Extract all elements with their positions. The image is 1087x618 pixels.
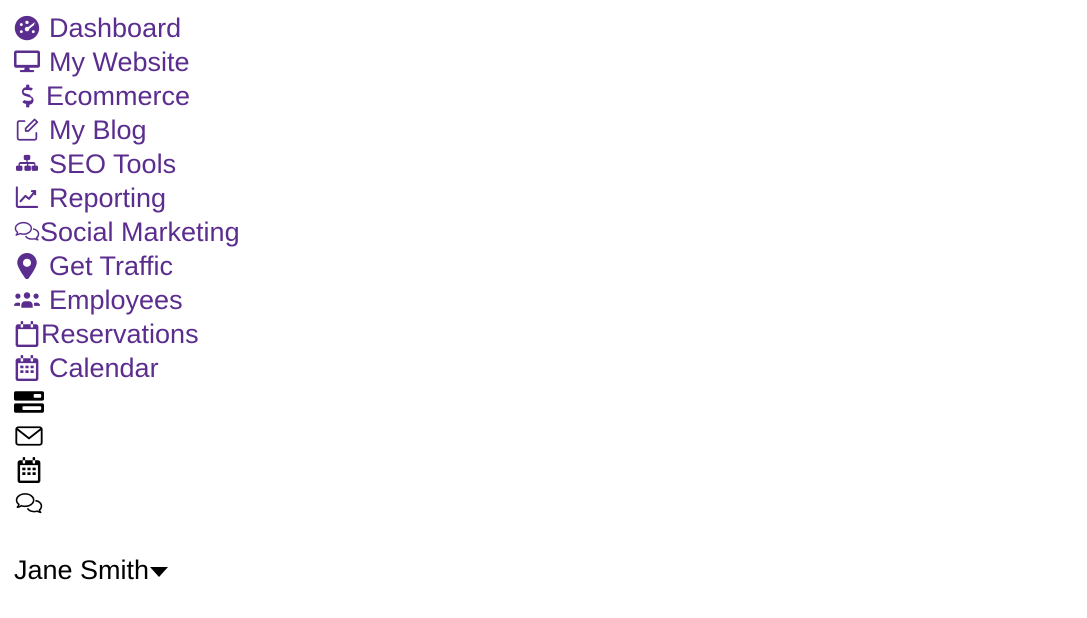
nav-item-reporting-wrap: Reporting <box>14 181 240 215</box>
util-item-tasks[interactable] <box>14 385 44 419</box>
dollar-sign-icon <box>14 83 40 109</box>
nav-item-employees-wrap: Employees <box>14 283 240 317</box>
nav-item-calendar[interactable]: Calendar <box>14 351 240 385</box>
calendar-icon <box>14 321 40 347</box>
util-item-comments[interactable] <box>14 487 44 521</box>
util-item-messages[interactable] <box>14 419 44 453</box>
page-root: Dashboard My Website Ecommerce My Blog S… <box>0 0 1087 618</box>
comments-icon <box>14 490 44 518</box>
nav-item-seo-tools-wrap: SEO Tools <box>14 147 240 181</box>
tachometer-icon <box>14 15 40 41</box>
desktop-icon <box>14 49 40 75</box>
chart-line-icon <box>14 185 40 211</box>
nav-item-get-traffic[interactable]: Get Traffic <box>14 249 240 283</box>
pen-square-icon <box>14 117 40 143</box>
nav-item-label: Employees <box>49 285 183 315</box>
util-item-tasks-wrap <box>14 385 44 419</box>
nav-item-my-website[interactable]: My Website <box>14 45 240 79</box>
nav-item-label: Dashboard <box>49 13 182 43</box>
comments-icon <box>14 219 40 245</box>
nav-item-label: My Website <box>49 47 190 77</box>
nav-item-my-website-wrap: My Website <box>14 45 240 79</box>
nav-item-ecommerce[interactable]: Ecommerce <box>14 79 240 113</box>
main-navigation: Dashboard My Website Ecommerce My Blog S… <box>14 11 240 385</box>
nav-item-social-marketing-wrap: Social Marketing <box>14 215 240 249</box>
nav-item-calendar-wrap: Calendar <box>14 351 240 385</box>
nav-item-label: Calendar <box>49 353 159 383</box>
envelope-icon <box>14 422 44 450</box>
map-marker-icon <box>14 253 40 279</box>
nav-item-social-marketing[interactable]: Social Marketing <box>14 215 240 249</box>
utility-navigation <box>14 385 44 521</box>
nav-item-label: SEO Tools <box>49 149 177 179</box>
nav-item-dashboard-wrap: Dashboard <box>14 11 240 45</box>
util-item-messages-wrap <box>14 419 44 453</box>
nav-item-label: My Blog <box>49 115 147 145</box>
nav-item-my-blog[interactable]: My Blog <box>14 113 240 147</box>
util-item-calendar-wrap <box>14 453 44 487</box>
nav-item-reservations[interactable]: Reservations <box>14 317 240 351</box>
nav-item-seo-tools[interactable]: SEO Tools <box>14 147 240 181</box>
user-menu[interactable]: Jane Smith <box>14 554 169 586</box>
users-icon <box>14 287 40 313</box>
util-item-calendar[interactable] <box>14 453 44 487</box>
nav-item-label: Social Marketing <box>40 217 240 247</box>
util-item-comments-wrap <box>14 487 44 521</box>
nav-item-get-traffic-wrap: Get Traffic <box>14 249 240 283</box>
nav-item-reporting[interactable]: Reporting <box>14 181 240 215</box>
nav-item-my-blog-wrap: My Blog <box>14 113 240 147</box>
user-name: Jane Smith <box>14 555 150 585</box>
caret-down-icon <box>150 567 169 577</box>
nav-item-label: Get Traffic <box>49 251 174 281</box>
nav-item-label: Ecommerce <box>46 81 191 111</box>
nav-item-employees[interactable]: Employees <box>14 283 240 317</box>
nav-item-label: Reporting <box>49 183 167 213</box>
sitemap-icon <box>14 151 40 177</box>
nav-item-label: Reservations <box>41 319 199 349</box>
tasks-icon <box>14 388 44 416</box>
calendar-alt-icon <box>14 355 40 381</box>
nav-item-ecommerce-wrap: Ecommerce <box>14 79 240 113</box>
calendar-alt-icon <box>14 456 44 484</box>
nav-item-dashboard[interactable]: Dashboard <box>14 11 240 45</box>
nav-item-reservations-wrap: Reservations <box>14 317 240 351</box>
